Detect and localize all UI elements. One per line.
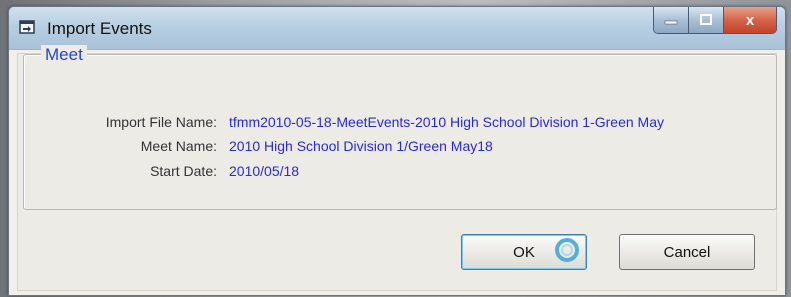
maximize-icon bbox=[700, 14, 712, 25]
cancel-button[interactable]: Cancel bbox=[619, 234, 755, 270]
cancel-button-label: Cancel bbox=[663, 243, 711, 261]
import-file-name-value: tfmm2010-05-18-MeetEvents-2010 High Scho… bbox=[229, 114, 664, 130]
click-indicator-icon bbox=[555, 238, 579, 262]
close-button[interactable]: x bbox=[724, 7, 776, 33]
window-icon bbox=[19, 20, 35, 34]
window-controls: x bbox=[653, 7, 777, 34]
minimize-button[interactable] bbox=[654, 7, 689, 33]
close-icon: x bbox=[745, 11, 755, 29]
title-bar[interactable]: Import Events x bbox=[9, 7, 785, 50]
meet-name-label: Meet Name: bbox=[140, 138, 217, 154]
start-date-label: Start Date: bbox=[150, 163, 217, 179]
groupbox-label: Meet bbox=[41, 45, 87, 65]
import-file-name-label: Import File Name: bbox=[105, 114, 217, 130]
import-file-name-row: Import File Name: tfmm2010-05-18-MeetEve… bbox=[23, 114, 777, 134]
ok-button-label: OK bbox=[513, 243, 535, 261]
start-date-value: 2010/05/18 bbox=[229, 163, 300, 179]
start-date-row: Start Date: 2010/05/18 bbox=[23, 163, 777, 183]
meet-name-value: 2010 High School Division 1/Green May18 bbox=[229, 138, 493, 154]
meet-groupbox: Meet Import File Name: tfmm2010-05-18-Me… bbox=[23, 45, 777, 211]
import-events-dialog: Import Events x Meet Import File Name: t… bbox=[8, 6, 786, 296]
meet-name-row: Meet Name: 2010 High School Division 1/G… bbox=[23, 138, 777, 158]
window-title: Import Events bbox=[47, 19, 152, 38]
minimize-icon bbox=[664, 20, 678, 25]
maximize-button[interactable] bbox=[689, 7, 724, 33]
